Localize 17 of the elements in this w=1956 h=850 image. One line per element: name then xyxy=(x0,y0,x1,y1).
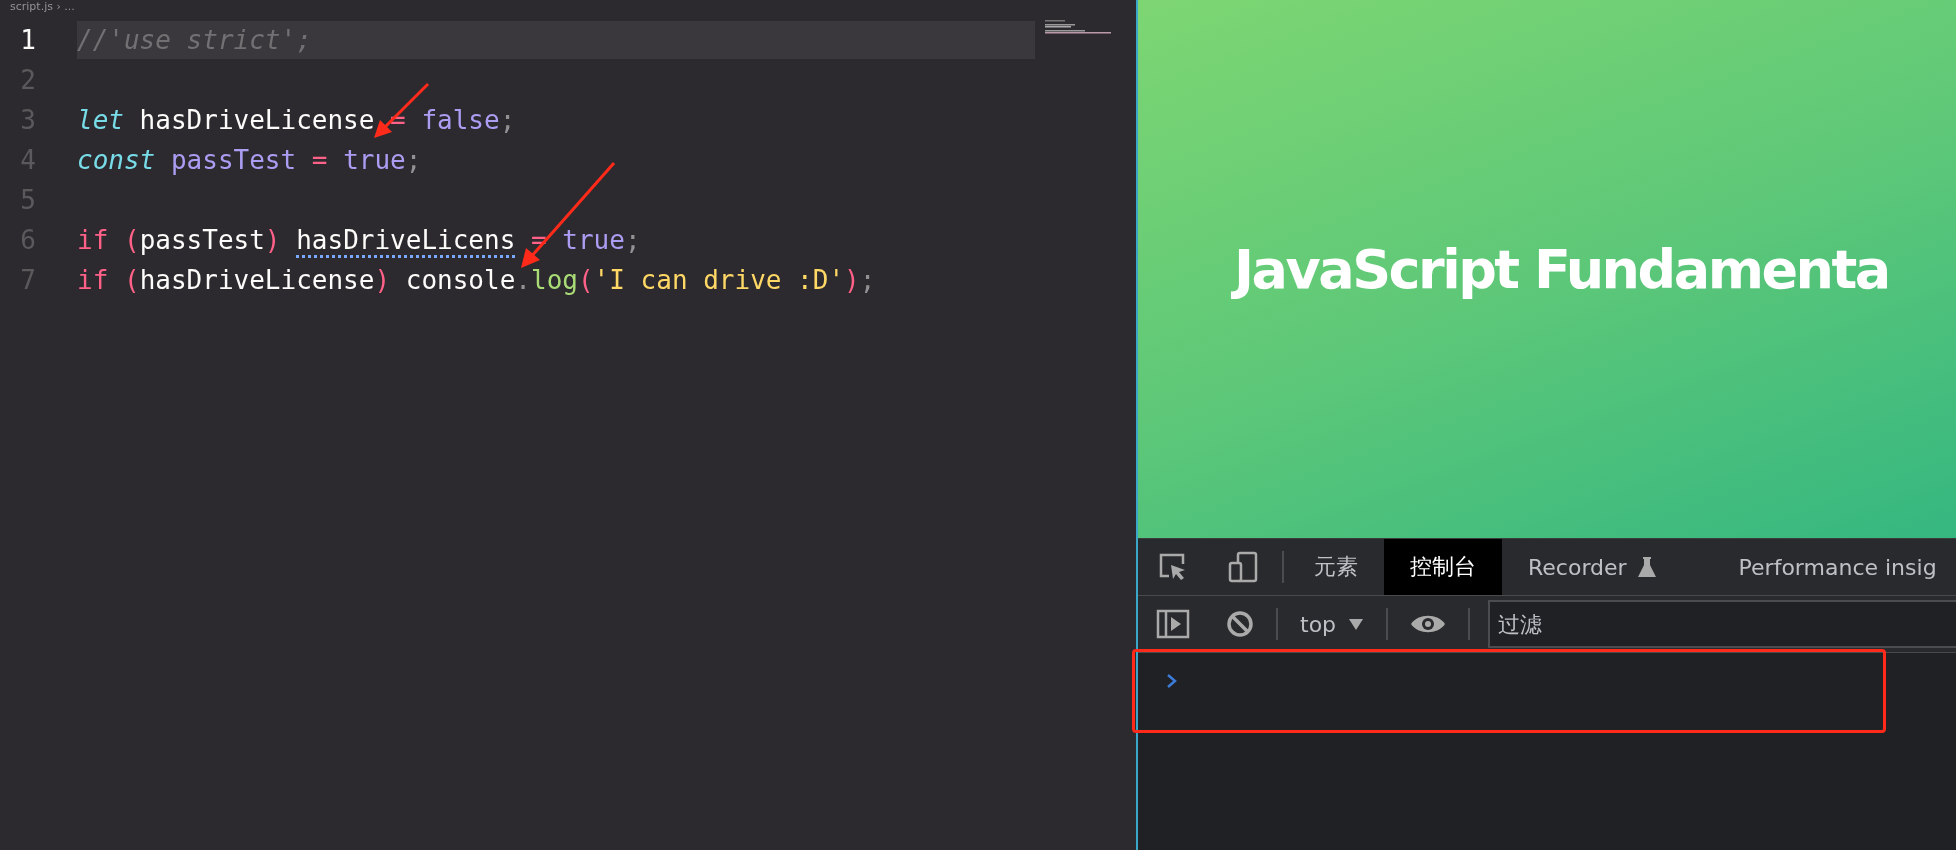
code-line: //'use strict'; xyxy=(77,25,312,55)
prompt-icon[interactable] xyxy=(1166,673,1178,689)
devtools-tab[interactable]: Performance insig xyxy=(1712,539,1956,595)
sidebar-icon[interactable] xyxy=(1156,608,1190,640)
line-number: 1 xyxy=(19,25,36,55)
clear-icon[interactable] xyxy=(1226,610,1254,638)
devtools-tab[interactable]: 元素 xyxy=(1288,539,1384,595)
device-icon[interactable] xyxy=(1226,550,1260,584)
code-line: const passTest = true; xyxy=(77,145,422,175)
devtools-tab[interactable]: 控制台 xyxy=(1384,539,1502,595)
devtools-tab[interactable]: Recorder xyxy=(1502,539,1683,595)
flask-icon xyxy=(1636,556,1657,578)
context-dropdown[interactable]: top xyxy=(1282,611,1383,637)
breadcrumb[interactable]: script.js › ... xyxy=(0,0,1136,14)
code-line: if (hasDriveLicense) console.log('I can drive :D'); xyxy=(77,265,876,295)
filter-field[interactable]: 过滤 xyxy=(1488,600,1956,648)
caret-icon xyxy=(1348,617,1365,631)
